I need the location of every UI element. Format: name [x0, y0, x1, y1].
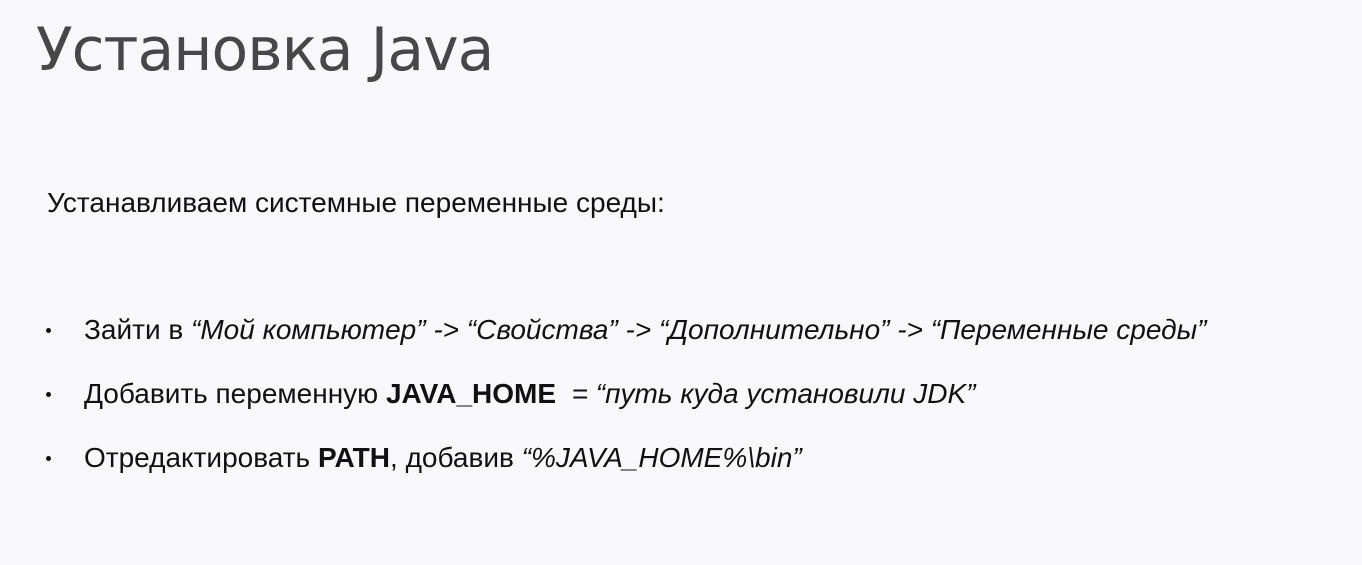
- bullet-icon: [46, 392, 51, 397]
- java-home-variable: JAVA_HOME: [385, 378, 557, 409]
- java-home-value: = “путь куда установили JDK”: [571, 378, 976, 409]
- instruction-list: Зайти в “Мой компьютер” -> “Свойства” ->…: [40, 314, 1340, 474]
- intro-text: Устанавливаем системные переменные среды…: [47, 187, 665, 218]
- bullet-lead-text: Добавить переменную: [84, 378, 386, 409]
- list-item-edit-path: Отредактировать PATH, добавив “%JAVA_HOM…: [40, 442, 1340, 474]
- slide-title: Установка Java: [36, 15, 494, 85]
- list-item-open-env-vars: Зайти в “Мой компьютер” -> “Свойства” ->…: [40, 314, 1340, 346]
- path-variable: PATH: [317, 442, 391, 473]
- spacer-text: [556, 378, 572, 409]
- bullet-lead-text: Зайти в: [84, 314, 192, 345]
- list-item-add-java-home: Добавить переменную JAVA_HOME = “путь ку…: [40, 378, 1340, 410]
- bullet-icon: [46, 456, 51, 461]
- menu-path-text: “Мой компьютер” -> “Свойства” -> “Дополн…: [191, 314, 1207, 345]
- path-value: “%JAVA_HOME%\bin”: [521, 442, 802, 473]
- bullet-lead-text: Отредактировать: [84, 442, 318, 473]
- bullet-mid-text: , добавив: [390, 442, 522, 473]
- bullet-icon: [46, 328, 51, 333]
